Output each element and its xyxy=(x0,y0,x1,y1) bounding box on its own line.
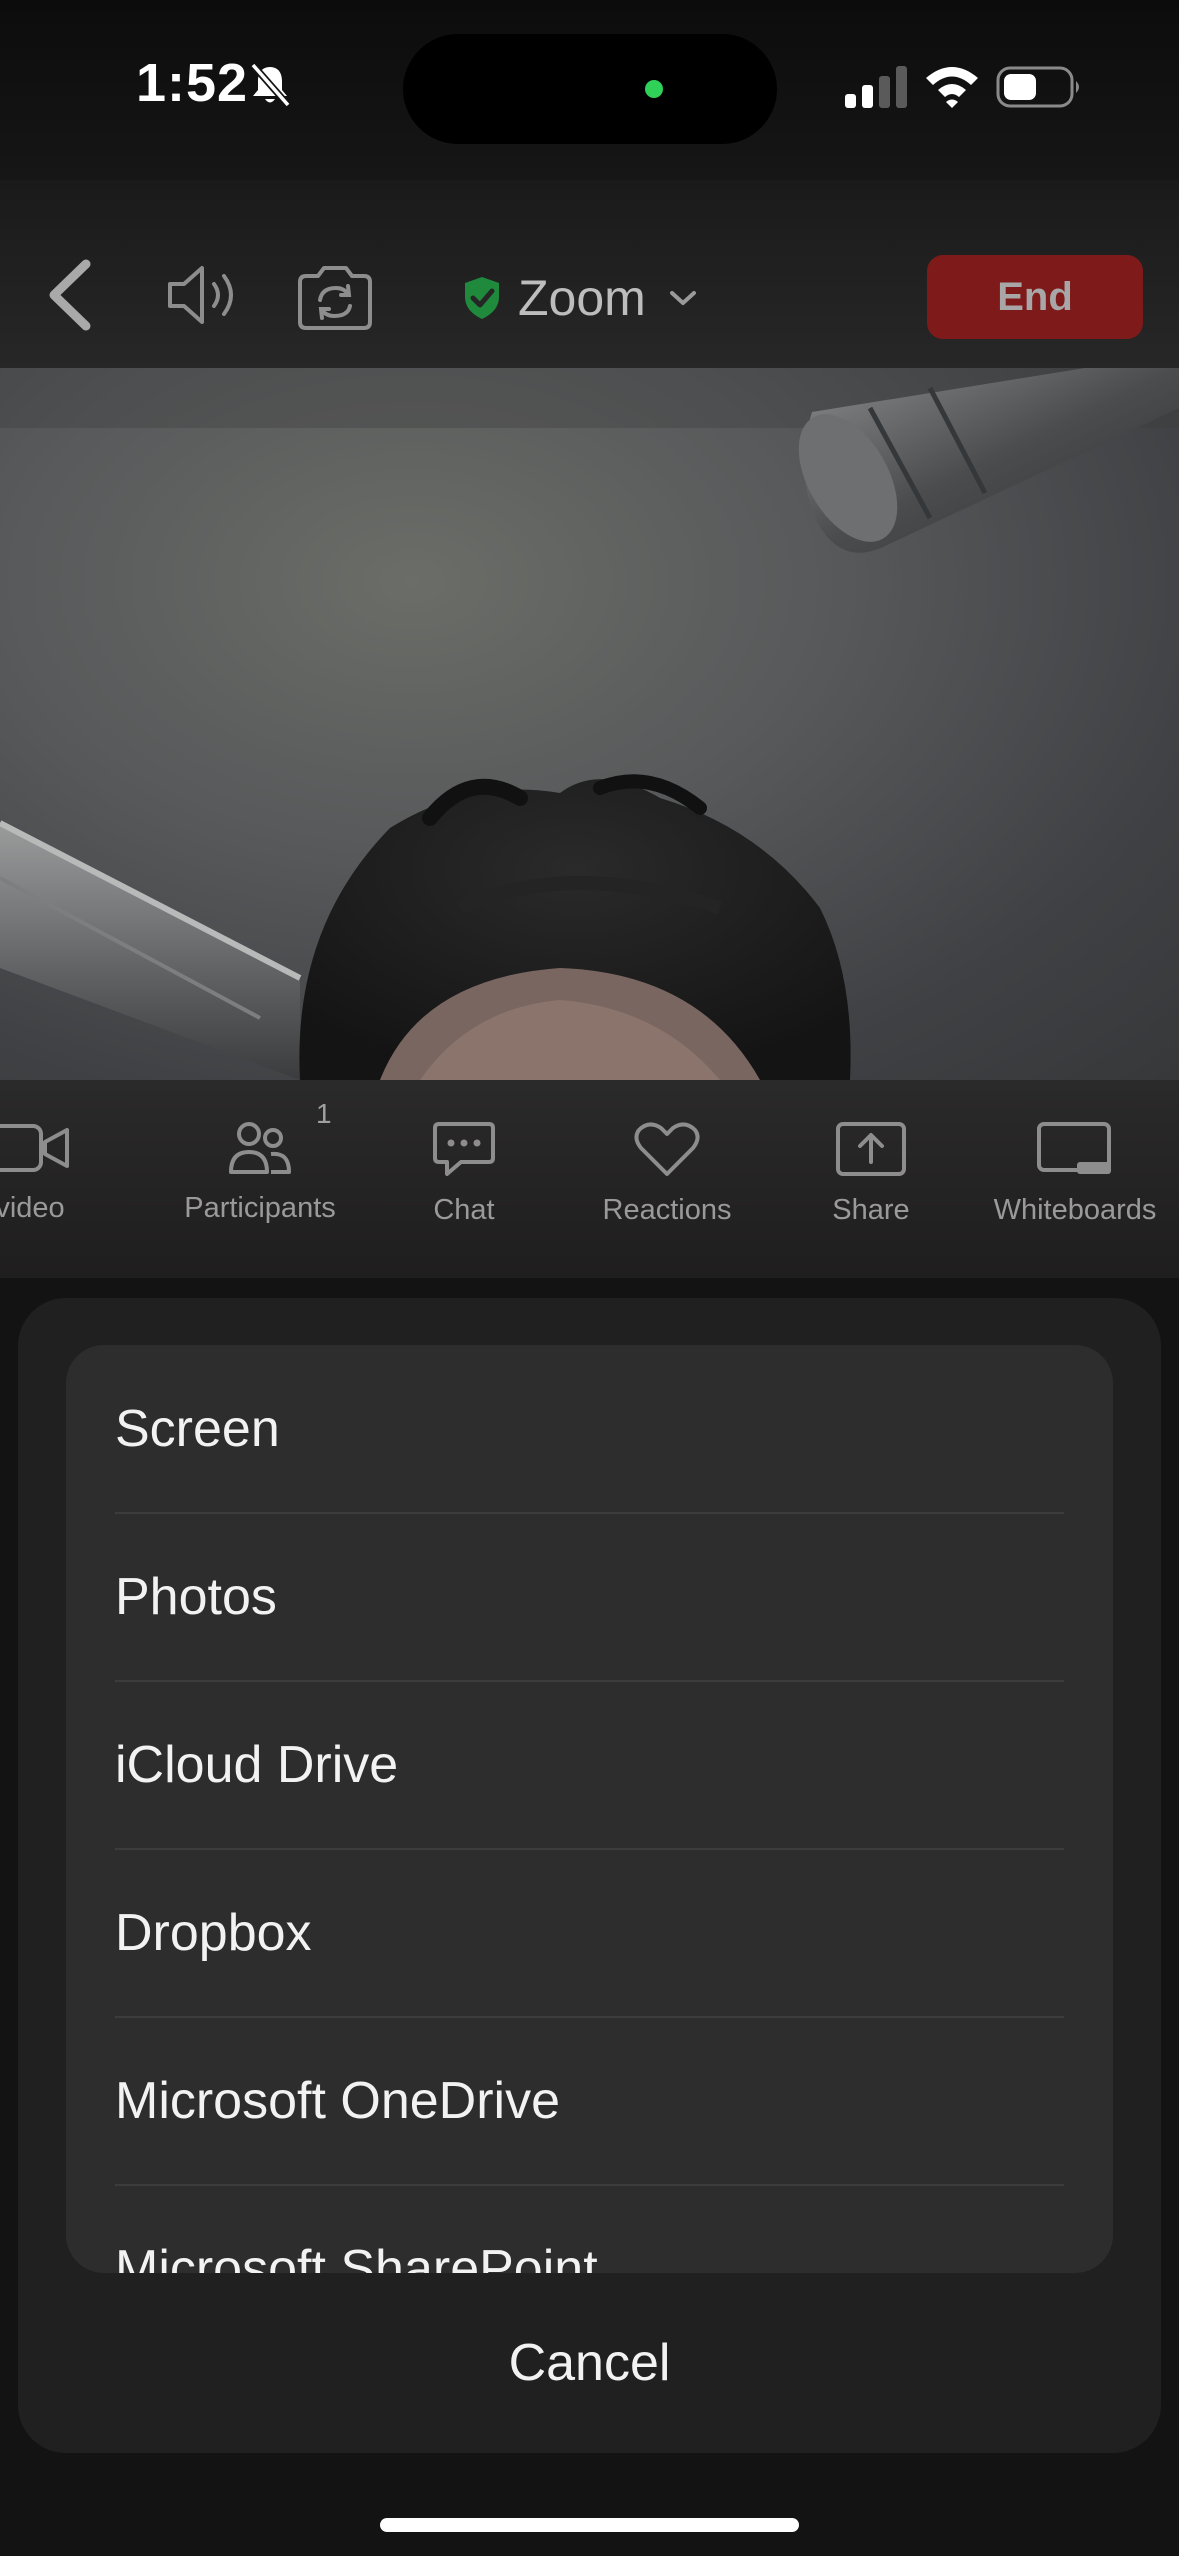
whiteboard-icon xyxy=(1037,1122,1111,1174)
share-option-photos[interactable]: Photos xyxy=(66,1513,1113,1681)
share-option-sharepoint[interactable]: Microsoft SharePoint xyxy=(66,2185,1113,2273)
participant-count-badge: 1 xyxy=(316,1098,332,1129)
switch-camera-icon[interactable] xyxy=(296,264,374,330)
toolbar-whiteboards-label: Whiteboards xyxy=(993,1194,1157,1226)
chevron-down-icon xyxy=(669,291,696,305)
meeting-title: Zoom xyxy=(518,270,646,326)
share-option-label: Dropbox xyxy=(115,1904,312,1962)
share-options-list[interactable]: Screen Photos iCloud Drive Dropbox Micro… xyxy=(66,1345,1113,2273)
dynamic-island xyxy=(403,34,777,144)
battery-icon xyxy=(996,66,1079,108)
toolbar-video[interactable]: video xyxy=(0,1080,90,1278)
cancel-button[interactable]: Cancel xyxy=(18,2283,1161,2443)
toolbar-share-label: Share xyxy=(832,1194,910,1226)
share-option-screen[interactable]: Screen xyxy=(66,1345,1113,1513)
share-option-label: Microsoft OneDrive xyxy=(115,2072,560,2130)
share-option-label: Screen xyxy=(115,1400,280,1458)
heart-icon xyxy=(634,1122,700,1176)
bell-muted-icon xyxy=(250,62,291,108)
toolbar-participants-label: Participants xyxy=(184,1192,336,1224)
toolbar-share[interactable]: Share xyxy=(811,1080,931,1278)
share-option-icloud-drive[interactable]: iCloud Drive xyxy=(66,1681,1113,1849)
back-chevron-icon[interactable] xyxy=(42,256,98,334)
meeting-title-dropdown[interactable]: Zoom xyxy=(462,266,698,330)
share-option-label: Photos xyxy=(115,1568,277,1626)
share-option-label: iCloud Drive xyxy=(115,1736,399,1794)
video-camera-icon xyxy=(0,1124,69,1172)
toolbar-chat[interactable]: Chat xyxy=(404,1080,524,1278)
toolbar-video-label: video xyxy=(0,1192,65,1224)
share-upload-icon xyxy=(836,1122,906,1176)
cellular-signal-icon xyxy=(845,66,907,108)
wifi-icon xyxy=(926,67,978,108)
share-option-label: Microsoft SharePoint xyxy=(115,2240,598,2273)
status-time: 1:52 xyxy=(136,53,249,113)
toolbar-reactions[interactable]: Reactions xyxy=(587,1080,747,1278)
toolbar-reactions-label: Reactions xyxy=(602,1194,732,1226)
speaker-icon[interactable] xyxy=(166,262,244,328)
toolbar-whiteboards[interactable]: Whiteboards xyxy=(975,1080,1175,1278)
camera-in-use-dot xyxy=(645,80,663,98)
meeting-toolbar: video Participants 1 Chat Reactions Shar… xyxy=(0,1080,1179,1278)
video-feed xyxy=(0,368,1179,1080)
status-bar: 1:52 xyxy=(0,0,1179,180)
share-option-dropbox[interactable]: Dropbox xyxy=(66,1849,1113,2017)
home-indicator[interactable] xyxy=(380,2518,799,2532)
end-meeting-button[interactable]: End xyxy=(927,255,1143,339)
chat-icon xyxy=(433,1122,495,1176)
share-option-onedrive[interactable]: Microsoft OneDrive xyxy=(66,2017,1113,2185)
encryption-shield-icon xyxy=(465,277,499,319)
toolbar-chat-label: Chat xyxy=(433,1194,495,1226)
participants-icon xyxy=(229,1122,291,1174)
